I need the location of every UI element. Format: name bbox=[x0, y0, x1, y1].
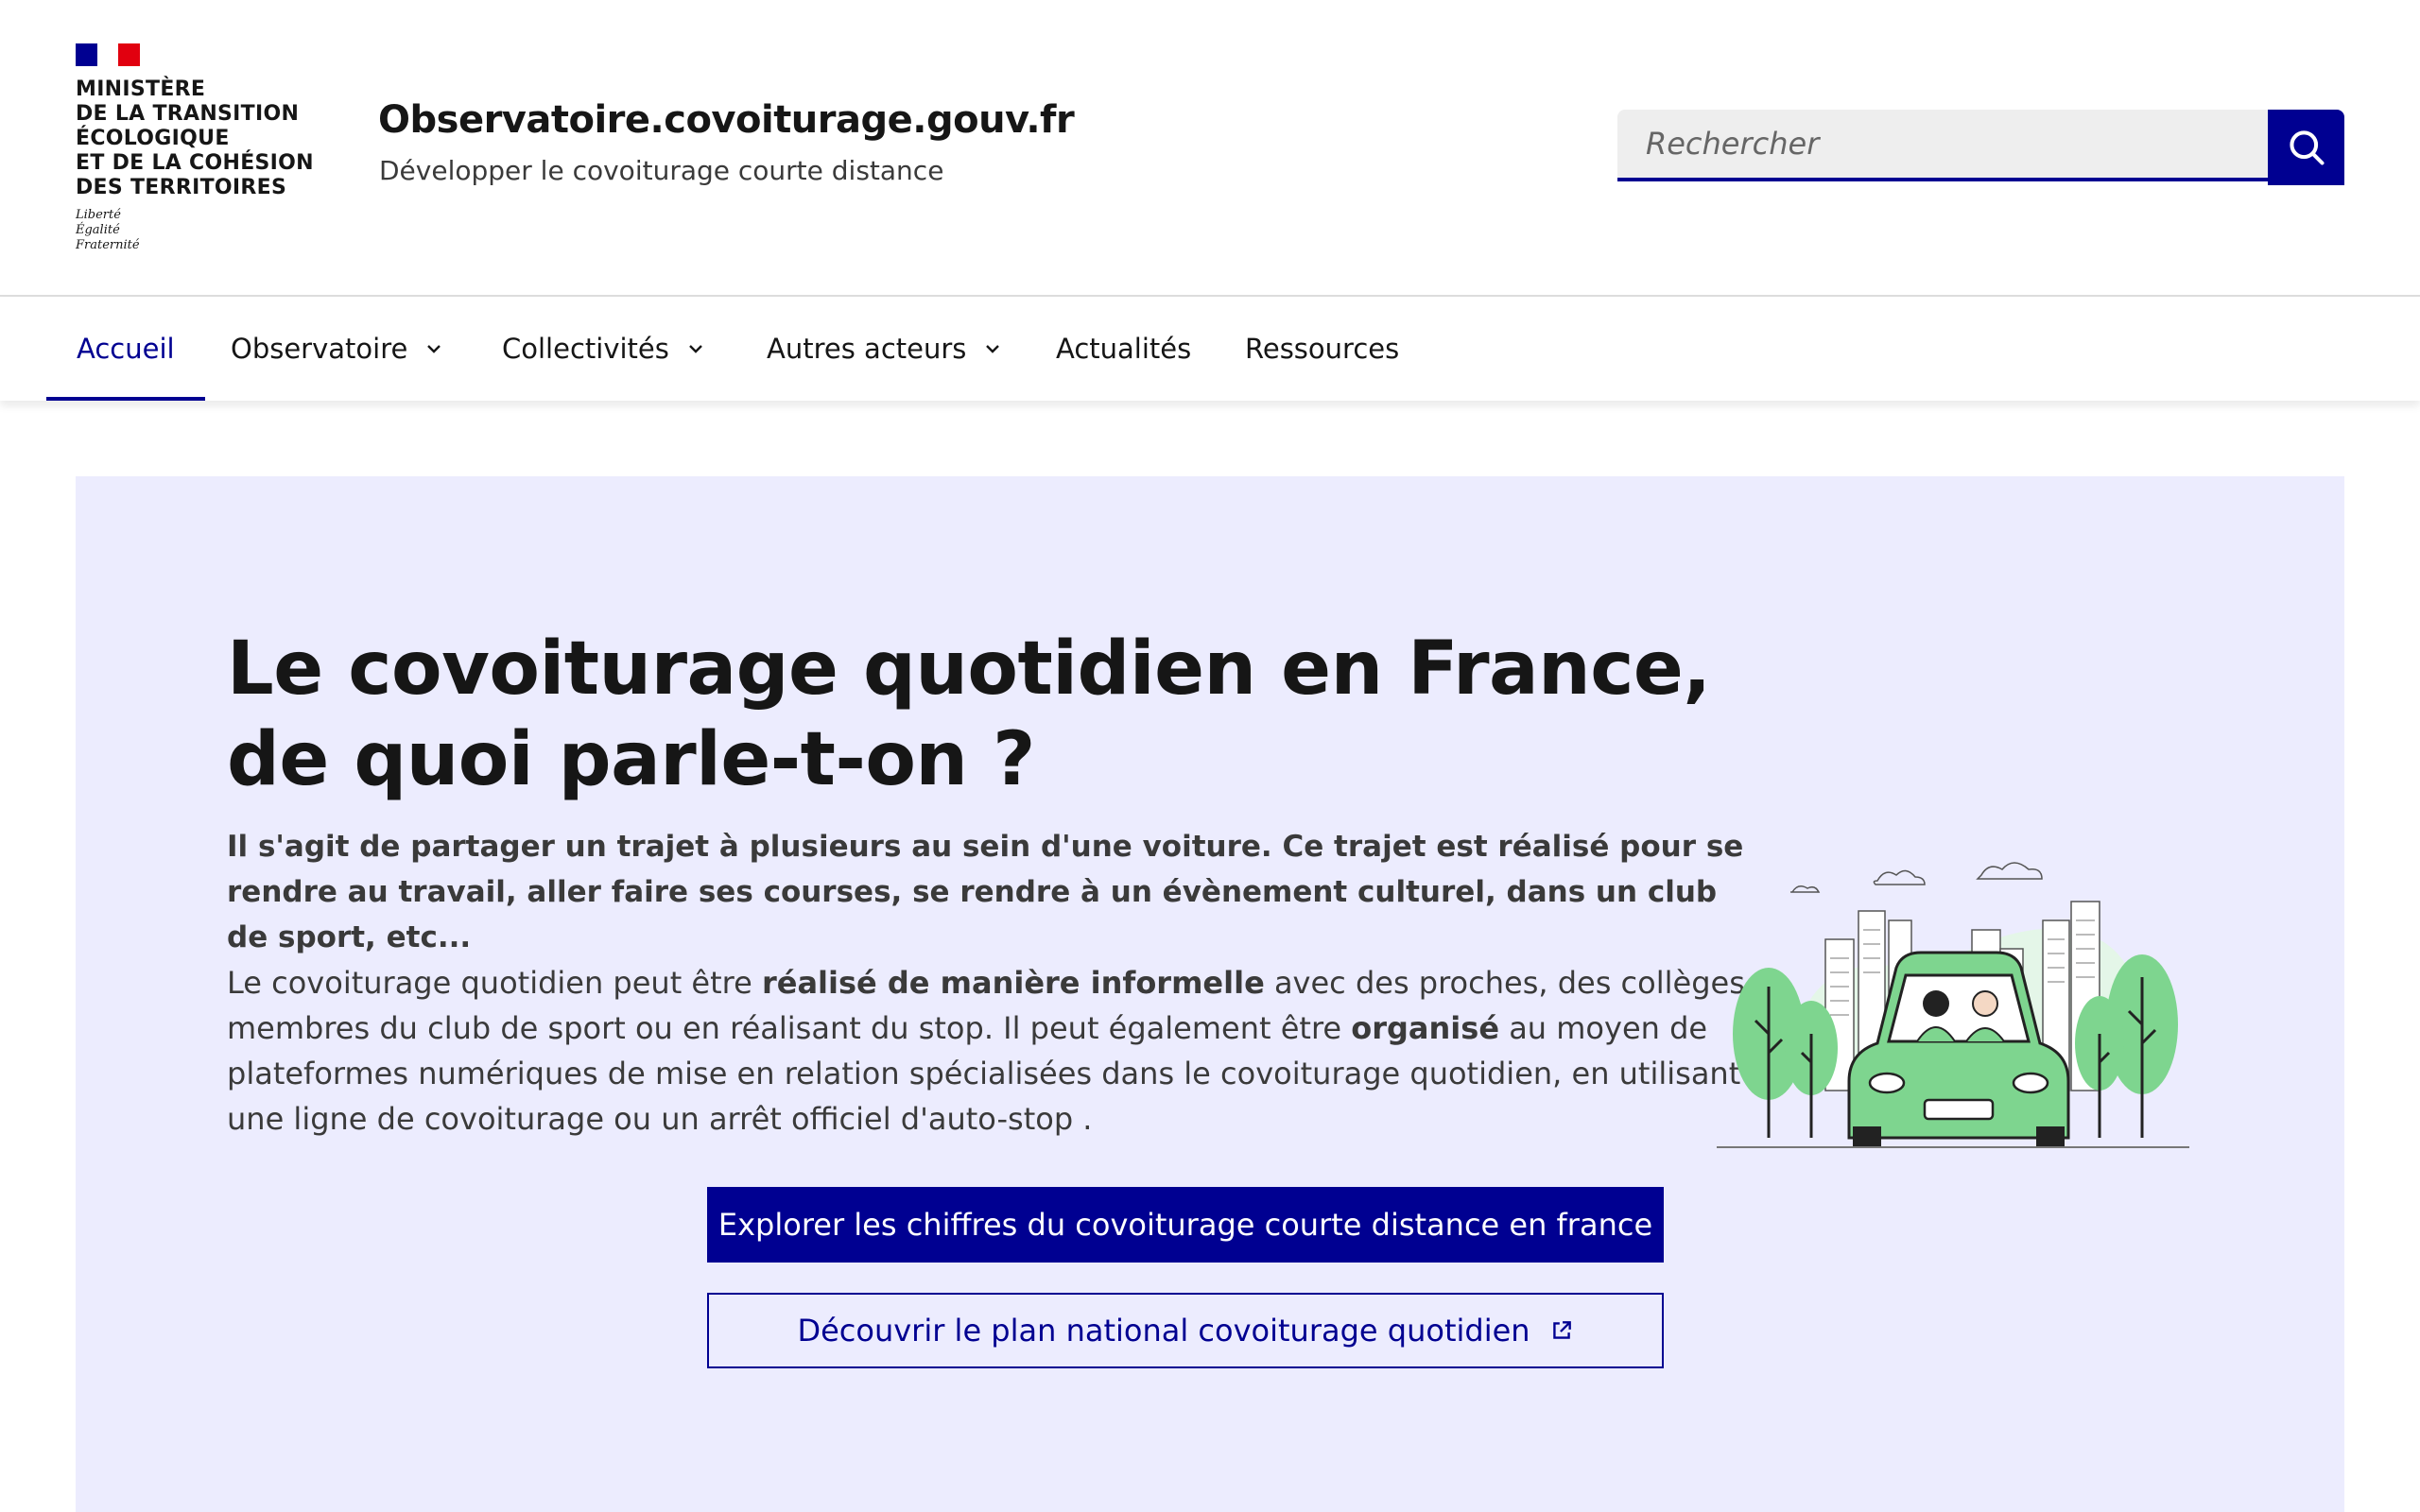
hero-body: Le covoiturage quotidien peut être réali… bbox=[227, 965, 1755, 1137]
search-icon bbox=[2289, 130, 2325, 165]
national-plan-button[interactable]: Découvrir le plan national covoiturage q… bbox=[707, 1293, 1664, 1368]
site-header: Ministère de la transition écologique et… bbox=[0, 0, 2420, 297]
site-tagline: Développer le covoiturage courte distanc… bbox=[379, 155, 944, 186]
hero-section: Le covoiturage quotidien en France, de q… bbox=[76, 476, 2344, 1512]
nav-item-label: Ressources bbox=[1245, 333, 1400, 365]
hero-lead: Il s'agit de partager un trajet à plusie… bbox=[227, 830, 1744, 954]
external-link-icon bbox=[1549, 1318, 1574, 1343]
hero-body-emphasis: réalisé de manière informelle bbox=[761, 965, 1265, 1001]
nav-item-label: Autres acteurs bbox=[767, 333, 967, 365]
nav-item-accueil[interactable]: Accueil bbox=[46, 297, 204, 401]
carpool-car-illustration bbox=[1717, 862, 2189, 1148]
nav-item-autres-acteurs[interactable]: Autres acteurs bbox=[767, 297, 1002, 401]
republic-motto: Liberté Égalité Fraternité bbox=[76, 208, 140, 252]
marianne-flag-icon bbox=[76, 43, 141, 66]
nav-item-label: Accueil bbox=[77, 333, 175, 365]
nav-item-observatoire[interactable]: Observatoire bbox=[231, 297, 443, 401]
nav-item-ressources[interactable]: Ressources bbox=[1245, 297, 1399, 401]
chevron-down-icon bbox=[686, 339, 705, 358]
search-button[interactable] bbox=[2268, 110, 2344, 185]
nav-item-actualites[interactable]: Actualités bbox=[1056, 297, 1191, 401]
nav-item-label: Collectivités bbox=[502, 333, 669, 365]
search-bar bbox=[1617, 110, 2344, 185]
nav-item-collectivites[interactable]: Collectivités bbox=[502, 297, 705, 401]
national-plan-label: Découvrir le plan national covoiturage q… bbox=[797, 1313, 1530, 1349]
site-title[interactable]: Observatoire.covoiturage.gouv.fr bbox=[378, 98, 1075, 142]
main-navigation: Accueil Observatoire Collectivités Autre… bbox=[0, 297, 2420, 401]
search-input[interactable] bbox=[1617, 110, 2268, 181]
hero-body-emphasis: organisé bbox=[1351, 1010, 1500, 1046]
ministry-logo[interactable]: Ministère de la transition écologique et… bbox=[76, 43, 331, 253]
nav-item-label: Observatoire bbox=[231, 333, 408, 365]
ministry-name: Ministère de la transition écologique et… bbox=[76, 77, 314, 199]
hero-title: Le covoiturage quotidien en France, de q… bbox=[227, 627, 1711, 802]
explore-figures-label: Explorer les chiffres du covoiturage cou… bbox=[717, 1207, 1653, 1243]
chevron-down-icon bbox=[983, 339, 1002, 358]
nav-item-label: Actualités bbox=[1056, 333, 1192, 365]
chevron-down-icon bbox=[424, 339, 443, 358]
explore-figures-button[interactable]: Explorer les chiffres du covoiturage cou… bbox=[707, 1187, 1664, 1263]
